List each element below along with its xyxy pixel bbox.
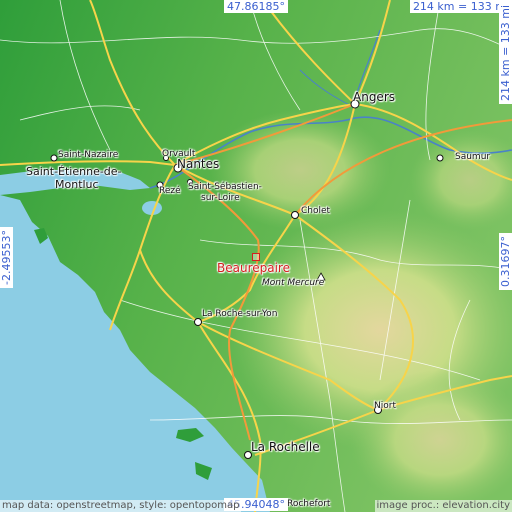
label-saint-sebastien-line2: sur-Loire xyxy=(201,193,240,203)
label-nantes: Nantes xyxy=(177,157,220,171)
label-rochefort: Rochefort xyxy=(287,499,331,509)
label-saint-etienne-line1: Saint-Étienne-de- xyxy=(26,165,122,178)
coord-top: 47.86185° xyxy=(224,0,288,13)
label-la-roche-sur-yon: La Roche-sur-Yon xyxy=(202,309,278,319)
credit-map-data: map data: openstreetmap, style: opentopo… xyxy=(0,500,242,512)
scale-vertical: 214 km = 133 mi xyxy=(499,1,512,104)
label-saint-etienne-line2: Montluc xyxy=(55,178,99,191)
label-saint-nazaire: Saint-Nazaire xyxy=(58,150,119,160)
label-angers: Angers xyxy=(353,90,395,104)
label-cholet: Cholet xyxy=(301,206,331,216)
location-marker[interactable] xyxy=(252,253,260,261)
label-mont-mercure: Mont Mercure xyxy=(262,278,325,288)
label-beaurepaire: Beaurepaire xyxy=(217,261,290,275)
credit-image-proc: image proc.: elevation.city xyxy=(374,500,512,512)
coord-left: -2.49553° xyxy=(0,227,13,288)
label-saint-sebastien-line1: Saint-Sébastien- xyxy=(188,182,262,192)
scale-horizontal: 214 km = 133 mi xyxy=(409,0,512,13)
label-saumur: Saumur xyxy=(455,152,491,162)
coord-right: 0.31697° xyxy=(499,233,512,290)
label-la-rochelle: La Rochelle xyxy=(251,440,320,454)
label-niort: Niort xyxy=(374,401,396,411)
map-view[interactable]: Angers Saint-Nazaire Orvault Nantes Sain… xyxy=(0,0,512,512)
label-reze: Rezé xyxy=(159,186,181,196)
